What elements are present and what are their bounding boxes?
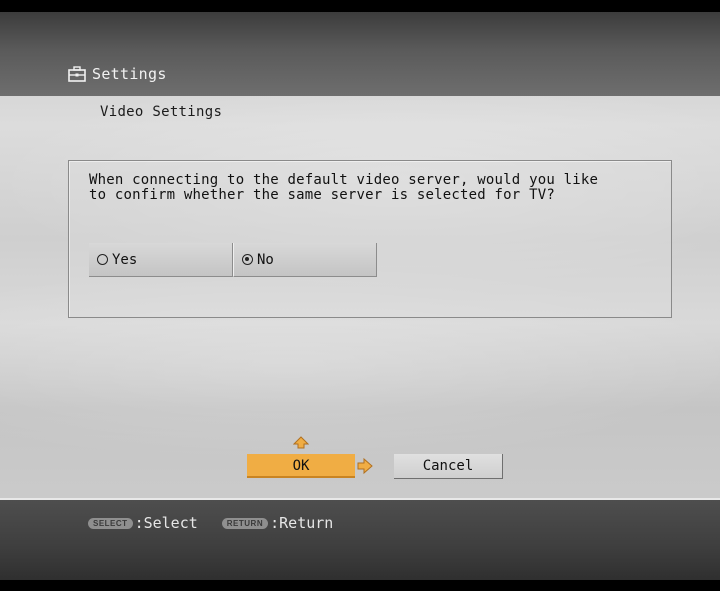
ok-button-label: OK bbox=[292, 458, 310, 474]
radio-unchecked-icon bbox=[97, 254, 108, 265]
option-no-label: No bbox=[257, 251, 274, 268]
dialog-question: When connecting to the default video ser… bbox=[89, 173, 659, 203]
select-key-icon: SELECT bbox=[88, 517, 133, 529]
settings-screen: Settings Video Settings When connecting … bbox=[0, 12, 720, 580]
question-line-1: When connecting to the default video ser… bbox=[89, 172, 599, 188]
footer-hints: SELECT :Select RETURN :Return bbox=[88, 514, 333, 532]
return-key-icon: RETURN bbox=[221, 517, 269, 529]
confirmation-dialog: When connecting to the default video ser… bbox=[68, 160, 672, 318]
option-yes[interactable]: Yes bbox=[89, 243, 233, 277]
cancel-button-label: Cancel bbox=[422, 458, 474, 474]
select-hint-label: :Select bbox=[134, 514, 198, 532]
header: Settings bbox=[68, 62, 167, 86]
radio-checked-icon bbox=[242, 254, 253, 265]
page-subtitle: Video Settings bbox=[100, 104, 223, 120]
settings-toolbox-icon bbox=[68, 66, 86, 82]
select-hint: SELECT :Select bbox=[88, 514, 198, 532]
return-hint-label: :Return bbox=[270, 514, 334, 532]
ok-button[interactable]: OK bbox=[247, 454, 355, 478]
return-hint: RETURN :Return bbox=[221, 514, 334, 532]
footer-bar: SELECT :Select RETURN :Return bbox=[0, 498, 720, 580]
cancel-button[interactable]: Cancel bbox=[394, 454, 503, 479]
option-no[interactable]: No bbox=[233, 243, 377, 277]
question-line-2: to confirm whether the same server is se… bbox=[89, 187, 555, 203]
option-group: Yes No bbox=[89, 243, 377, 277]
option-yes-label: Yes bbox=[112, 251, 138, 268]
up-arrow-icon bbox=[293, 436, 309, 449]
header-title: Settings bbox=[92, 65, 167, 83]
right-arrow-icon bbox=[357, 457, 373, 475]
